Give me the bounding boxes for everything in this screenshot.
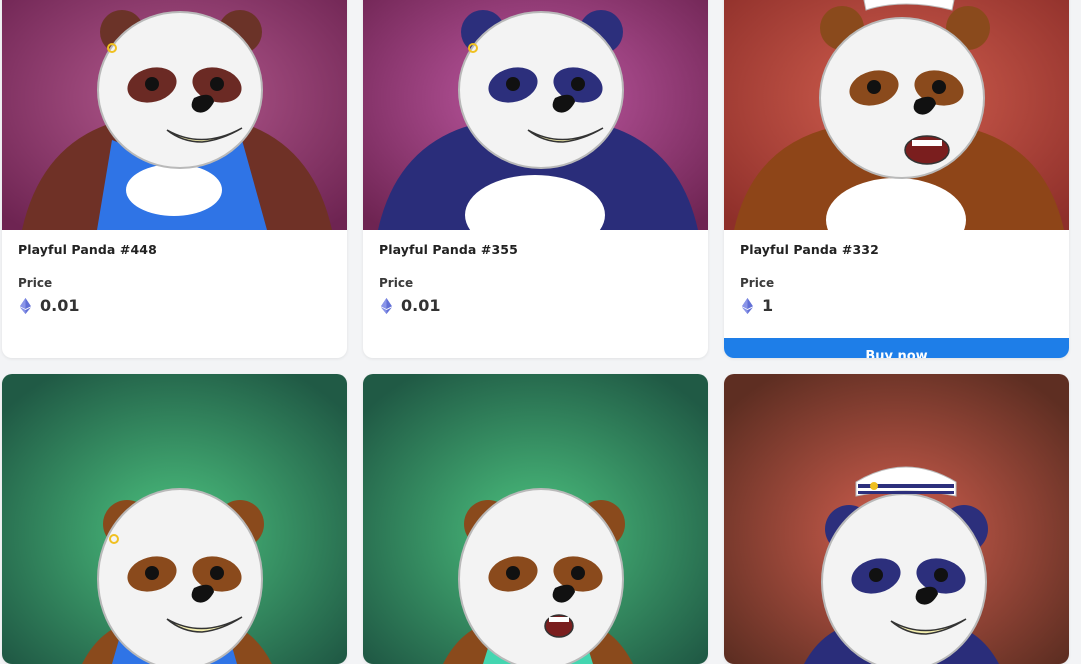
- price-label: Price: [740, 276, 775, 290]
- nft-card[interactable]: [363, 374, 708, 664]
- price-value: 1: [762, 296, 774, 315]
- nft-image[interactable]: [2, 374, 347, 664]
- nft-title[interactable]: Playful Panda #448: [18, 242, 331, 257]
- nft-image[interactable]: [2, 0, 347, 230]
- price-value: 0.01: [40, 296, 80, 315]
- price-value: 0.01: [401, 296, 441, 315]
- nft-title[interactable]: Playful Panda #355: [379, 242, 692, 257]
- nft-image[interactable]: [363, 0, 708, 230]
- nft-image[interactable]: [724, 0, 1069, 230]
- nft-card[interactable]: Playful Panda #332 Price 1 Buy now: [724, 0, 1069, 358]
- nft-image[interactable]: [363, 374, 708, 664]
- nft-card[interactable]: Playful Panda #448 Price 0.01: [2, 0, 347, 358]
- price-row: 0.01: [18, 296, 331, 315]
- price-label: Price: [18, 276, 53, 290]
- ethereum-icon: [20, 297, 31, 314]
- nft-card[interactable]: [724, 374, 1069, 664]
- nft-image[interactable]: [724, 374, 1069, 664]
- buy-now-button[interactable]: Buy now: [724, 338, 1069, 358]
- ethereum-icon: [742, 297, 753, 314]
- price-row: 0.01: [379, 296, 692, 315]
- ethereum-icon: [381, 297, 392, 314]
- price-row: 1: [740, 296, 1053, 315]
- nft-card[interactable]: Playful Panda #355 Price 0.01: [363, 0, 708, 358]
- nft-card[interactable]: [2, 374, 347, 664]
- price-label: Price: [379, 276, 414, 290]
- nft-title[interactable]: Playful Panda #332: [740, 242, 1053, 257]
- nft-grid: Playful Panda #448 Price 0.01 Playful Pa…: [0, 0, 1081, 664]
